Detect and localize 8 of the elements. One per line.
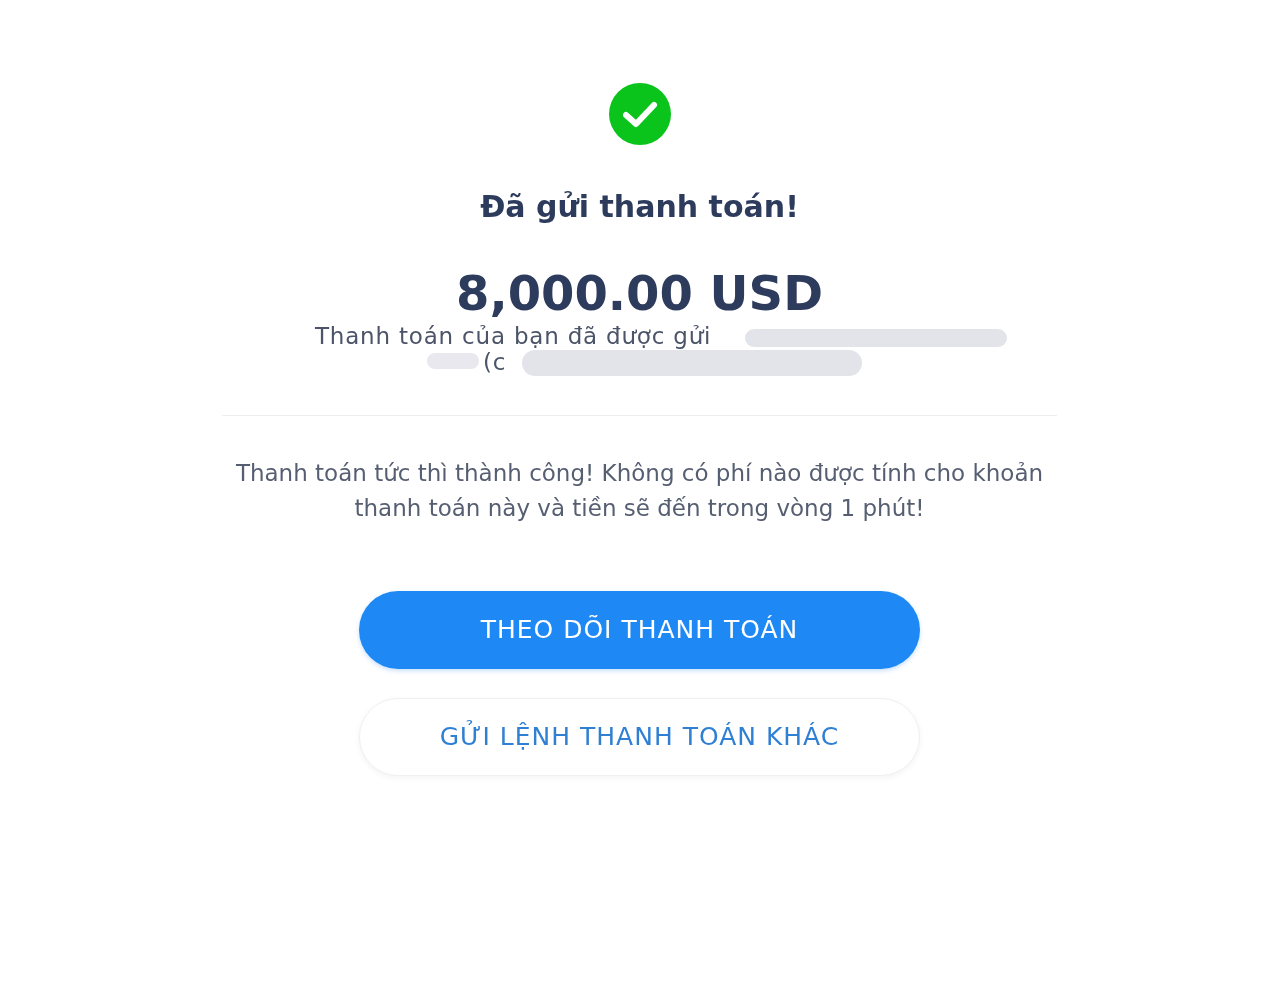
- success-message: Thanh toán tức thì thành công! Không có phí nào được tính cho khoản thanh toán này và tiền sẽ đến trong vòng 1 phút!: [234, 459, 1045, 523]
- new-payment-button[interactable]: GỬI LỆNH THANH TOÁN KHÁC: [359, 698, 920, 776]
- recipient-text: Thanh toán của bạn đã được gửi: [315, 323, 712, 349]
- payment-amount: 8,000.00 USD: [456, 264, 823, 323]
- track-payment-button[interactable]: THEO DÕI THANH TOÁN: [359, 591, 920, 669]
- success-check-icon: [608, 83, 671, 145]
- recipient-detail-text: (c: [483, 349, 507, 375]
- success-title: Đã gửi thanh toán!: [480, 188, 799, 226]
